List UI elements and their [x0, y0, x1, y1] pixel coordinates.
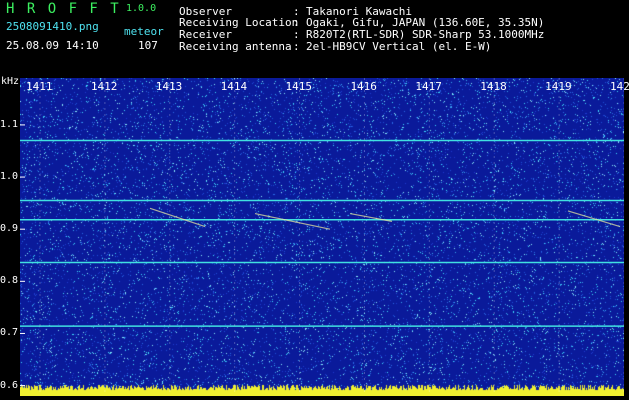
meteor-echo [567, 210, 621, 228]
info-value-antenna: 2el-HB9CV Vertical (el. E-W) [306, 40, 492, 53]
x-tick-label: 1416 [350, 80, 377, 93]
header: H R O F F T 1.0.0 2508091410.png meteor … [0, 0, 629, 75]
info-key-location: Receiving Location [179, 16, 299, 29]
app-title: H R O F F T [6, 1, 121, 17]
app-version: 1.0.0 [126, 3, 157, 14]
spectrogram [20, 78, 624, 396]
filename: 2508091410.png [6, 20, 99, 33]
x-tick-label: 1415 [285, 80, 313, 93]
info-value-receiver: R820T2(RTL-SDR) SDR-Sharp 53.1000MHz [306, 28, 545, 41]
meteor-count: 107 [138, 39, 158, 52]
y-tick-label: 0.7 [0, 327, 19, 339]
y-axis-unit: kHz [1, 76, 20, 87]
spectrogram-overlay [20, 78, 624, 396]
x-tick-label: 1412 [90, 80, 118, 93]
y-tick-label: 1.1 [0, 118, 19, 130]
x-tick-label: 1417 [415, 80, 442, 93]
y-tick-label: 0.6 [0, 379, 19, 391]
info-sep: : [293, 16, 300, 29]
info-sep: : [293, 40, 300, 53]
x-tick-label: 1411 [26, 80, 53, 93]
y-tick-label: 0.8 [0, 275, 19, 287]
meteor-echo [254, 212, 331, 230]
x-tick-label: 1418 [480, 80, 507, 93]
x-tick-label: 1413 [155, 80, 183, 93]
x-tick-label: 1419 [545, 80, 572, 93]
datetime: 25.08.09 14:10 [6, 39, 99, 52]
info-value-location: Ogaki, Gifu, JAPAN (136.60E, 35.35N) [306, 16, 545, 29]
y-tick-label: 0.9 [0, 223, 19, 235]
y-tick-label: 1.0 [0, 171, 19, 183]
meteor-echo [149, 207, 206, 228]
x-tick-label: 1420 [610, 80, 629, 93]
x-tick-label: 1414 [220, 80, 248, 93]
info-sep: : [293, 28, 300, 41]
info-key-receiver: Receiver [179, 28, 232, 41]
meteor-label: meteor [124, 25, 164, 38]
info-key-antenna: Receiving antenna [179, 40, 292, 53]
